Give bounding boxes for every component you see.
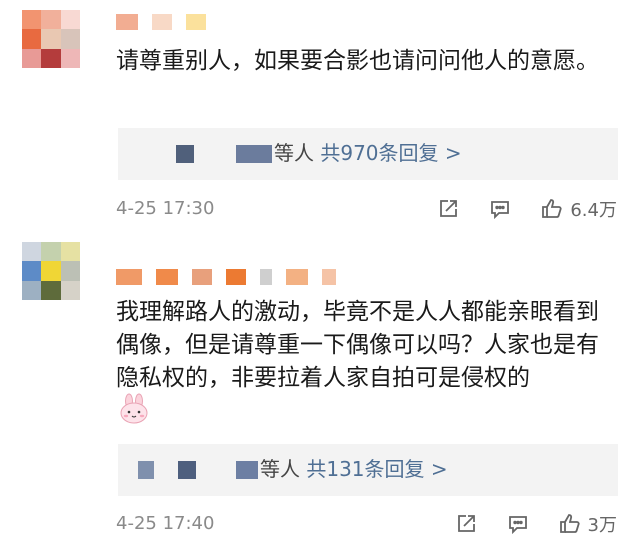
like-count: 3万 [587,515,617,536]
avatar-pixel [60,10,80,30]
name-redaction-block [186,14,206,30]
avatar-pixel [22,261,42,281]
avatar-pixel [41,29,61,49]
avatar-pixel [60,242,80,262]
comment-text: 请尊重别人，如果要合影也请问问他人的意愿。 [116,48,599,74]
like-count: 6.4万 [570,200,617,221]
name-redaction-block [260,269,272,285]
bunny-emoji-icon [120,393,148,424]
comment-icon[interactable] [506,512,530,536]
reply-users-label: 等人 [260,457,300,481]
reply-user-avatar [178,461,196,479]
avatar-pixel [41,261,61,281]
reply-count-link[interactable]: 共131条回复 > [306,457,447,481]
avatar-pixel [41,280,61,300]
name-redaction-block [152,14,172,30]
name-redaction-block [116,14,138,30]
comment-text: 我理解路人的激动，毕竟不是人人都能亲眼看到偶像，但是请尊重一下偶像可以吗？人家也… [116,299,599,391]
comment-icon[interactable] [488,197,512,221]
like-button[interactable]: 3万 [558,511,617,537]
avatar-pixel [22,242,42,262]
avatar-pixel [60,48,80,68]
avatar-pixel [22,29,42,49]
avatar[interactable] [22,10,80,68]
reply-user-name [236,145,272,163]
avatar-pixel [60,29,80,49]
name-redaction-block [192,269,212,285]
name-redaction-block [156,269,178,285]
avatar-pixel [41,10,61,30]
reply-preview[interactable]: 等人 共131条回复 > [118,444,618,496]
comment-meta: 4-25 17:40 3万 [116,511,621,537]
avatar[interactable] [22,242,80,300]
reply-user-avatar [138,461,154,479]
comment-meta: 4-25 17:30 6.4万 [116,196,621,222]
like-icon [559,514,580,533]
name-redaction-block [226,269,246,285]
name-redaction-block [116,269,142,285]
reply-user-avatar [176,145,194,163]
name-redaction-block [322,269,336,285]
avatar-pixel [22,48,42,68]
reply-preview[interactable]: 等人 共970条回复 > [118,128,618,180]
user-name[interactable] [116,267,336,287]
avatar-pixel [60,280,80,300]
reply-user-name [236,461,258,479]
avatar-pixel [22,280,42,300]
name-redaction-block [286,269,308,285]
avatar-pixel [41,242,61,262]
reply-users-label: 等人 [274,141,314,165]
like-icon [542,199,562,218]
timestamp: 4-25 17:40 [116,513,215,534]
reply-count-link[interactable]: 共970条回复 > [320,141,461,165]
avatar-pixel [60,261,80,281]
avatar-pixel [41,48,61,68]
user-name[interactable] [116,12,206,32]
timestamp: 4-25 17:30 [116,198,215,219]
avatar-pixel [22,10,42,30]
share-icon[interactable] [454,512,478,536]
share-icon[interactable] [436,197,460,221]
like-button[interactable]: 6.4万 [540,196,617,222]
